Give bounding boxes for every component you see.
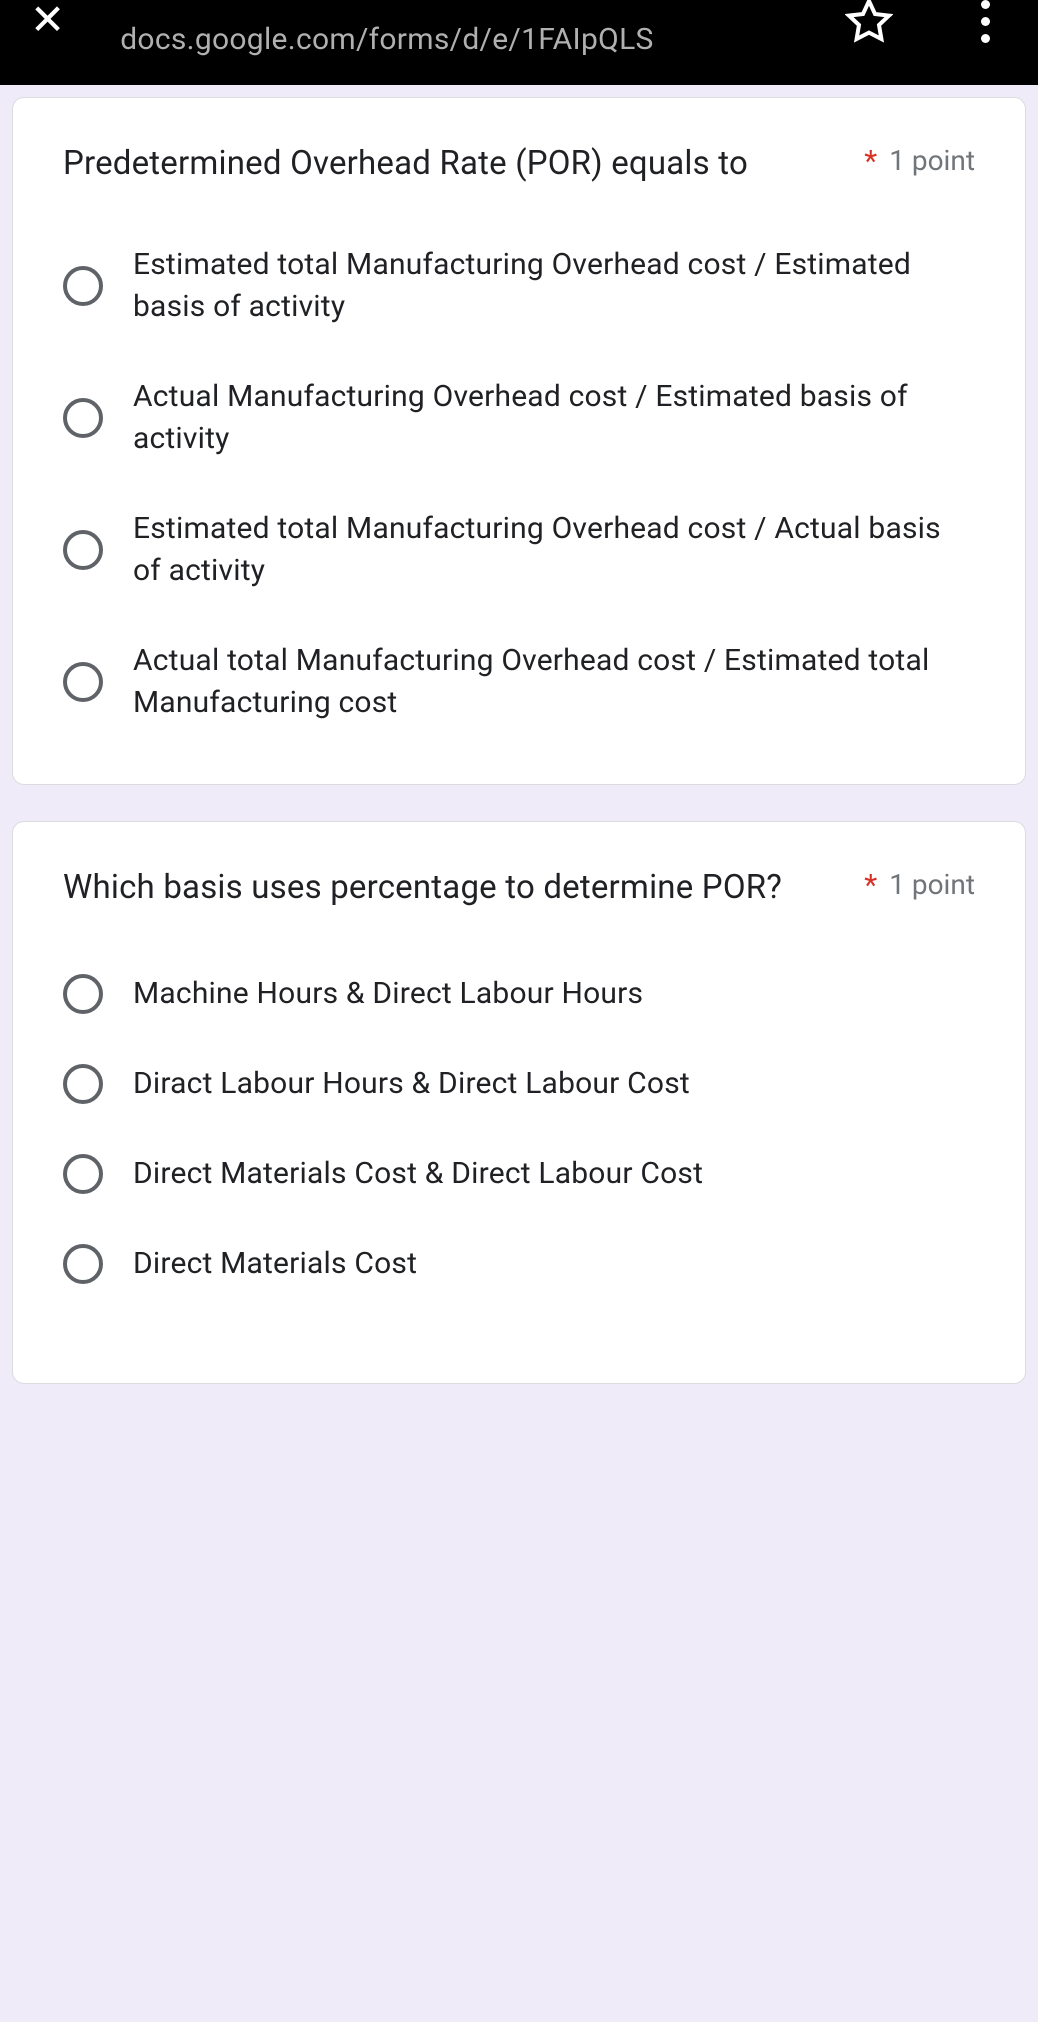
radio-option[interactable]: Machine Hours & Direct Labour Hours (63, 973, 975, 1015)
more-vert-icon[interactable] (981, 0, 990, 43)
option-label: Actual total Manufacturing Overhead cost… (133, 640, 975, 724)
browser-bar: ✕ docs.google.com/forms/d/e/1FAIpQLS (0, 0, 1038, 85)
option-label: Direct Materials Cost & Direct Labour Co… (133, 1153, 703, 1195)
points-label: 1 point (889, 144, 975, 177)
radio-option[interactable]: Direct Materials Cost & Direct Labour Co… (63, 1153, 975, 1195)
radio-icon (63, 1154, 103, 1194)
radio-icon (63, 974, 103, 1014)
points-block: * 1 point (864, 138, 975, 179)
radio-option[interactable]: Estimated total Manufacturing Overhead c… (63, 244, 975, 328)
question-title: Which basis uses percentage to determine… (63, 862, 864, 913)
radio-icon (63, 530, 103, 570)
radio-icon (63, 398, 103, 438)
option-label: Estimated total Manufacturing Overhead c… (133, 508, 975, 592)
radio-icon (63, 1064, 103, 1104)
option-label: Direct Materials Cost (133, 1243, 417, 1285)
radio-option[interactable]: Direct Materials Cost (63, 1243, 975, 1285)
option-label: Machine Hours & Direct Labour Hours (133, 973, 643, 1015)
question-card: Which basis uses percentage to determine… (12, 821, 1026, 1384)
form-content: Predetermined Overhead Rate (POR) equals… (0, 85, 1038, 1432)
radio-icon (63, 662, 103, 702)
question-card: Predetermined Overhead Rate (POR) equals… (12, 97, 1026, 785)
option-label: Estimated total Manufacturing Overhead c… (133, 244, 975, 328)
close-icon[interactable]: ✕ (30, 0, 65, 42)
points-label: 1 point (889, 868, 975, 901)
question-title: Predetermined Overhead Rate (POR) equals… (63, 138, 864, 189)
required-asterisk: * (864, 144, 877, 179)
required-asterisk: * (864, 868, 877, 903)
option-label: Actual Manufacturing Overhead cost / Est… (133, 376, 975, 460)
radio-option[interactable]: Actual Manufacturing Overhead cost / Est… (63, 376, 975, 460)
radio-option[interactable]: Diract Labour Hours & Direct Labour Cost (63, 1063, 975, 1105)
points-block: * 1 point (864, 862, 975, 903)
question-header: Which basis uses percentage to determine… (63, 862, 975, 913)
question-header: Predetermined Overhead Rate (POR) equals… (63, 138, 975, 189)
radio-icon (63, 266, 103, 306)
bookmark-icon[interactable] (845, 0, 893, 49)
option-label: Diract Labour Hours & Direct Labour Cost (133, 1063, 690, 1105)
url-text[interactable]: docs.google.com/forms/d/e/1FAIpQLS (120, 22, 653, 57)
radio-icon (63, 1244, 103, 1284)
radio-option[interactable]: Actual total Manufacturing Overhead cost… (63, 640, 975, 724)
radio-option[interactable]: Estimated total Manufacturing Overhead c… (63, 508, 975, 592)
